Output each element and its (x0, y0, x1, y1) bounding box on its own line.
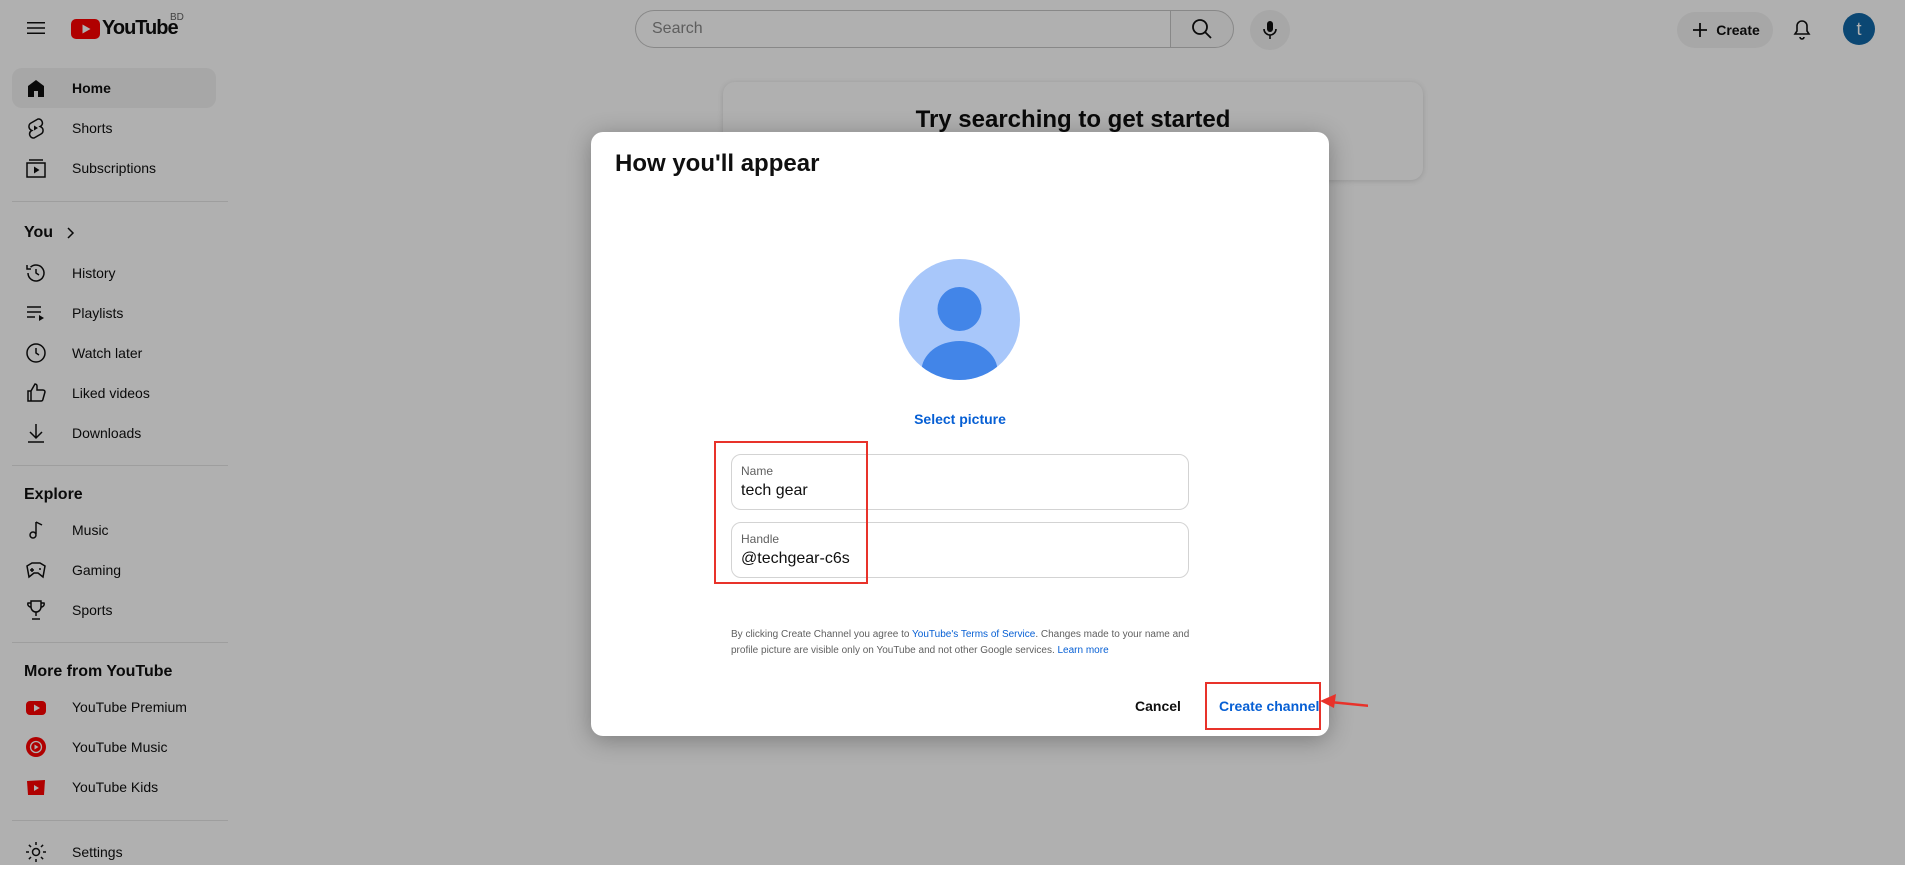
person-icon (921, 287, 998, 380)
profile-picture-placeholder (899, 259, 1020, 380)
create-channel-dialog: How you'll appear Select picture Name te… (591, 132, 1329, 736)
select-picture-link[interactable]: Select picture (591, 411, 1329, 427)
cancel-button[interactable]: Cancel (1135, 698, 1181, 714)
annotation-arrow-icon (1320, 694, 1368, 708)
create-channel-highlight-box (1205, 682, 1321, 730)
learn-more-link[interactable]: Learn more (1058, 645, 1109, 656)
name-handle-highlight-box (714, 441, 868, 584)
terms-of-service-link[interactable]: YouTube's Terms of Service (912, 629, 1035, 640)
terms-prefix: By clicking Create Channel you agree to (731, 629, 913, 640)
dialog-title: How you'll appear (615, 150, 820, 177)
terms-notice: By clicking Create Channel you agree to … (731, 627, 1201, 659)
